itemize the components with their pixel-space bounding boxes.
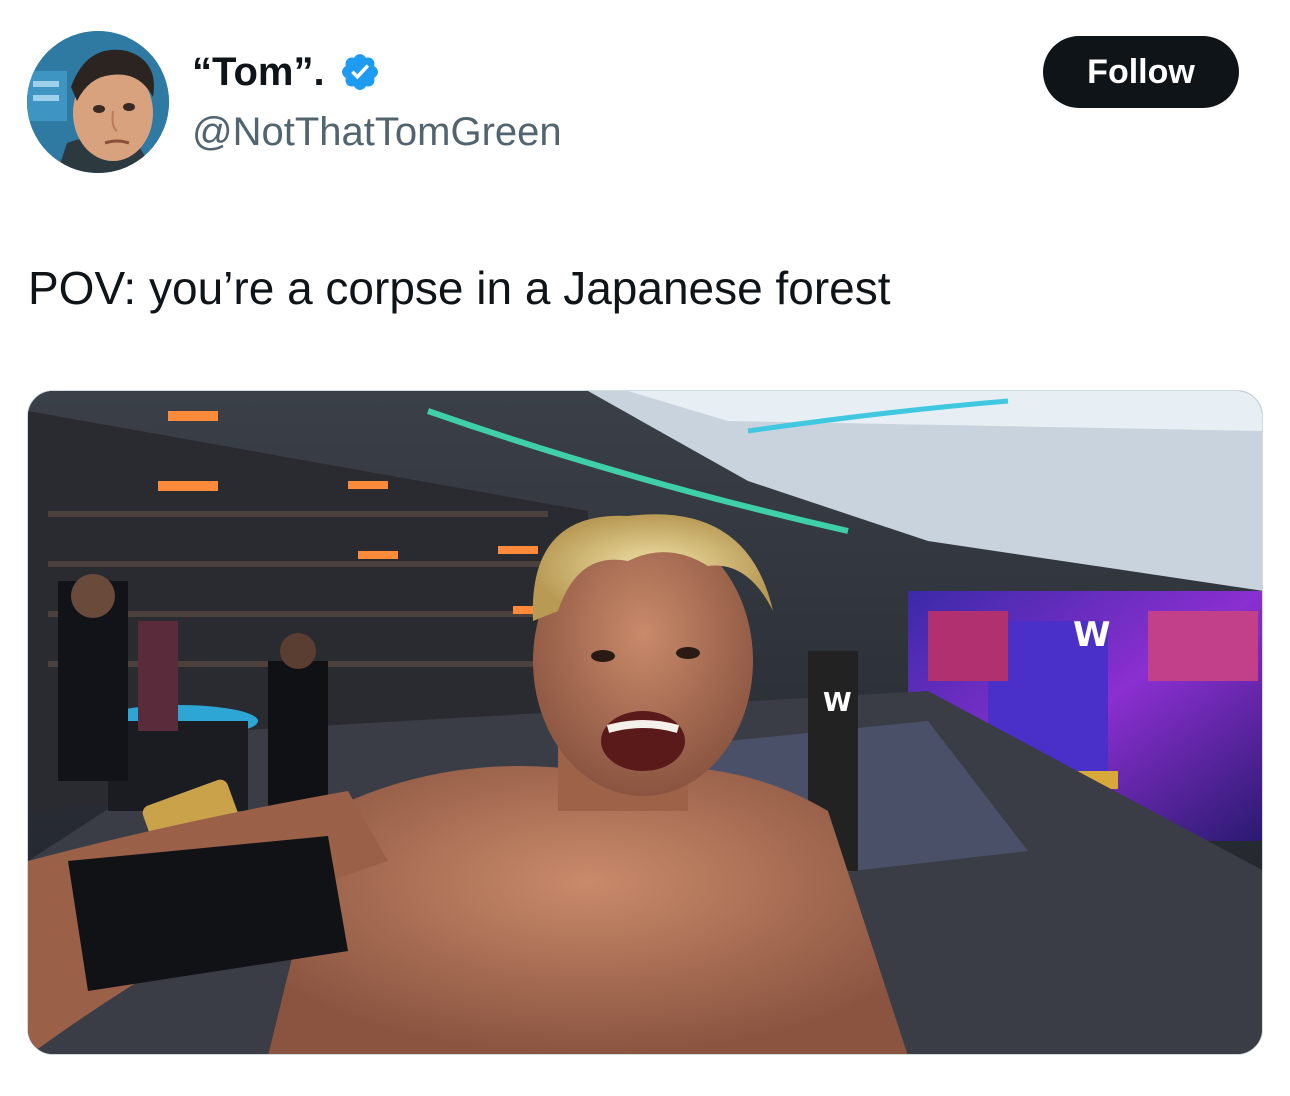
follow-button[interactable]: Follow [1043,36,1239,108]
wrestling-arena-selfie-photo-icon: W W [28,391,1262,1054]
svg-text:W: W [1073,615,1111,655]
svg-text:W: W [823,688,852,718]
profile-photo-icon [27,31,169,173]
author-handle[interactable]: @NotThatTomGreen [192,104,562,160]
tweet-media[interactable]: W W [27,390,1263,1055]
author-display-name-row[interactable]: “Tom”. [192,44,381,100]
tweet-text: POV: you’re a corpse in a Japanese fores… [28,262,891,314]
verified-badge-icon[interactable] [339,51,381,93]
author-display-name[interactable]: “Tom”. [192,44,325,100]
avatar[interactable] [27,31,169,173]
